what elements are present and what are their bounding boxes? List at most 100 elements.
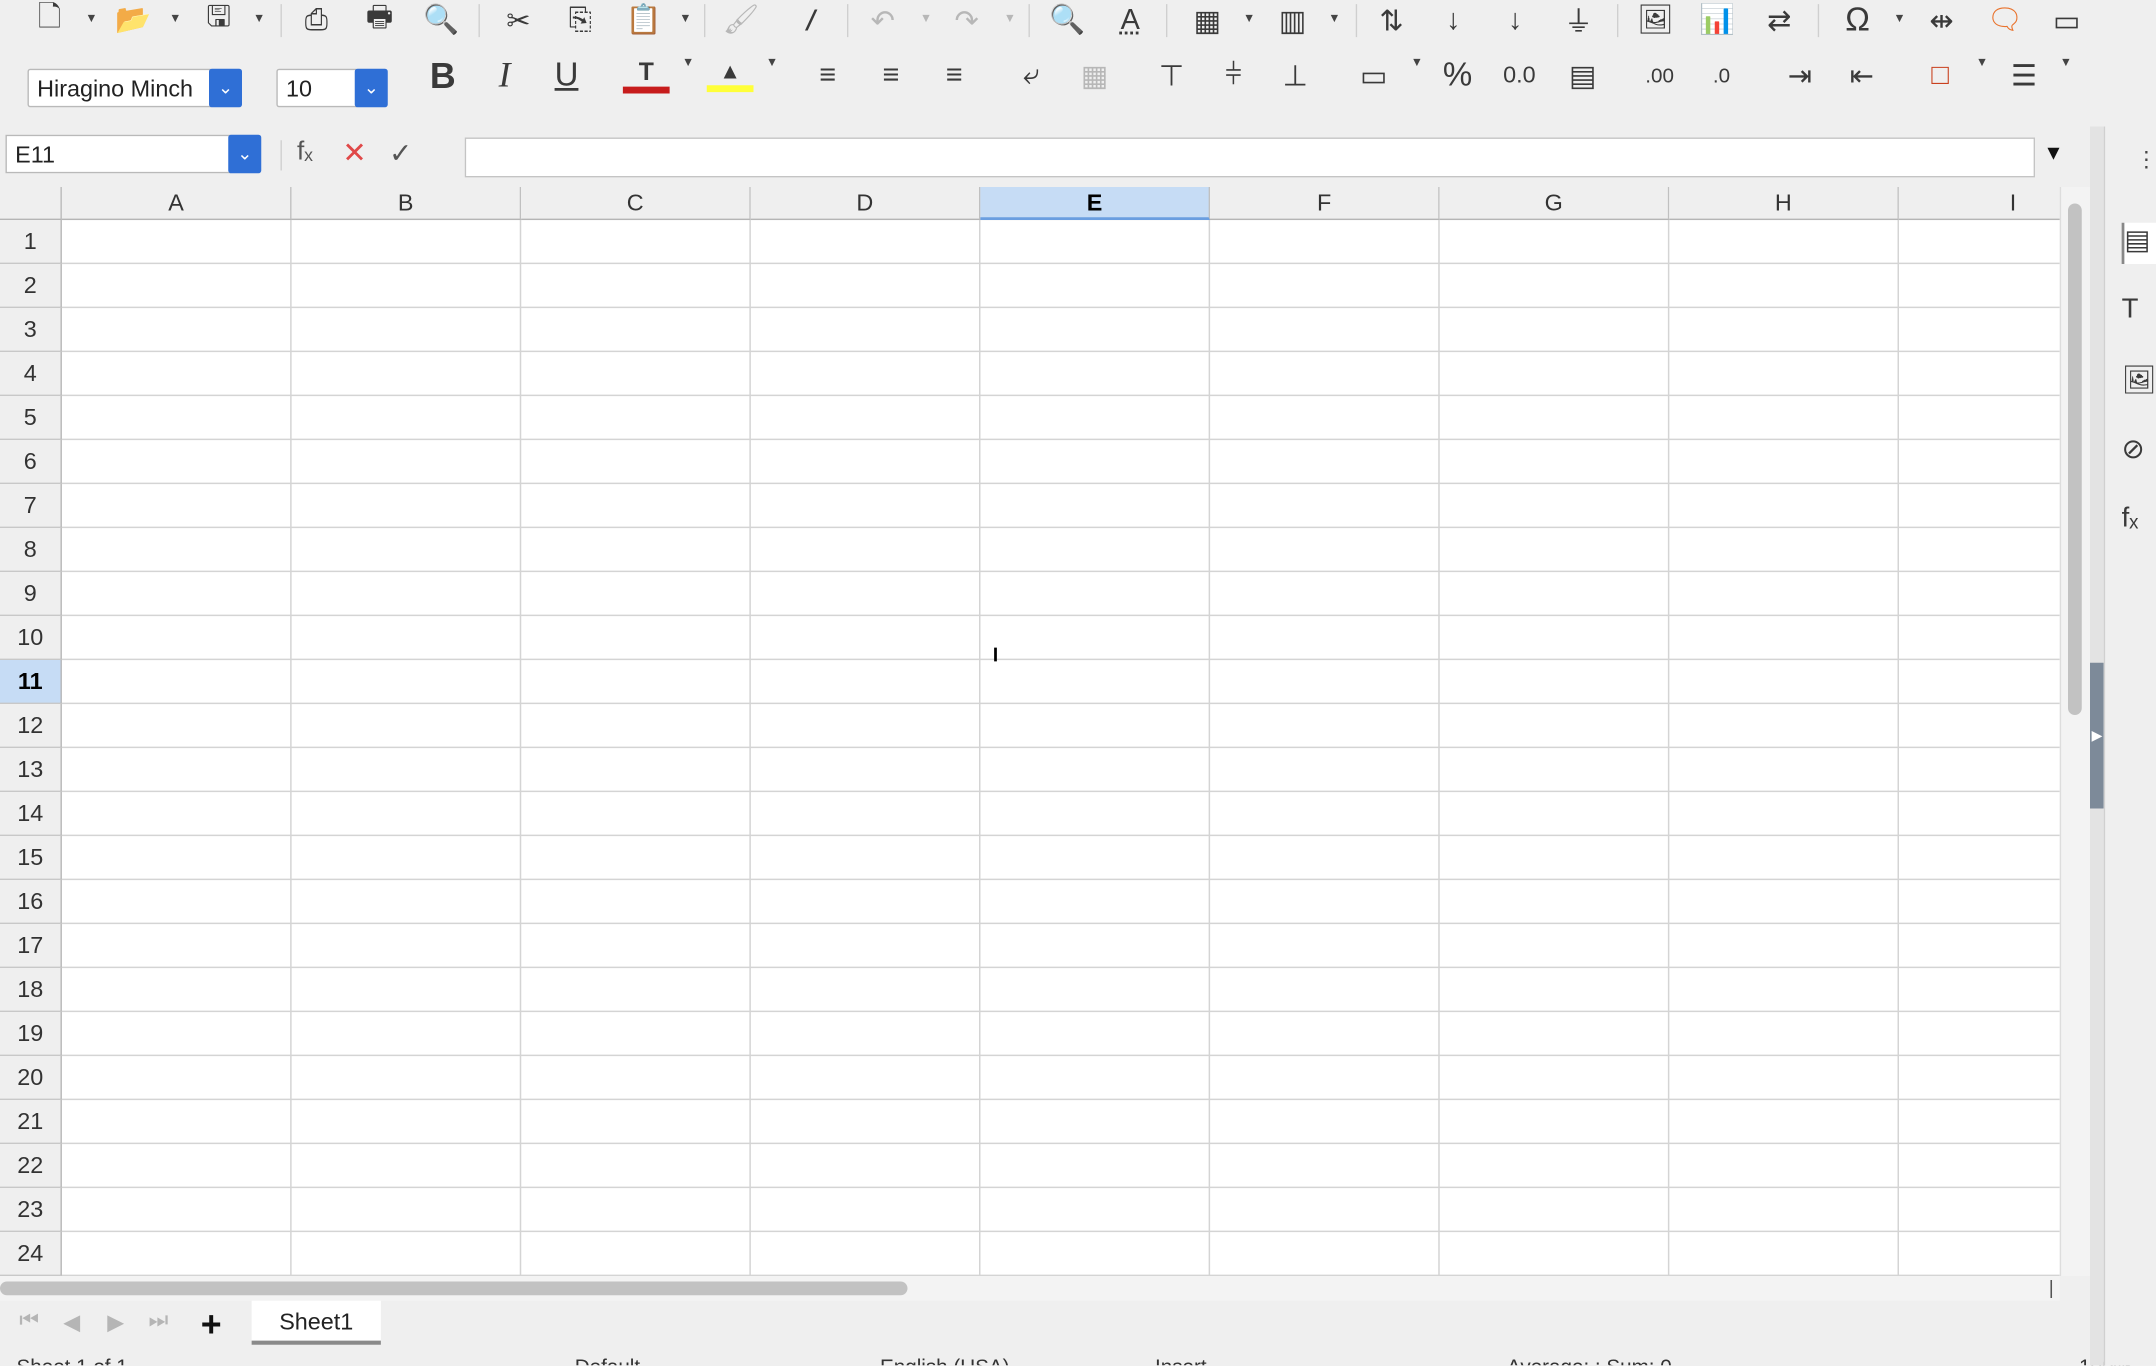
name-box-dropdown-arrow-icon[interactable]: ⌄ (228, 134, 262, 174)
new-dropdown-arrow-icon[interactable]: ▼ (85, 11, 97, 25)
column-header[interactable]: G (1439, 187, 1670, 220)
column-icon[interactable]: ▥ (1273, 0, 1312, 41)
row-dropdown-arrow-icon[interactable]: ▼ (1243, 11, 1255, 25)
italic-icon[interactable]: I (485, 55, 524, 96)
row-header[interactable]: 21 (0, 1100, 62, 1144)
print-icon[interactable]: 🖶 (360, 0, 399, 41)
row-header[interactable]: 12 (0, 704, 62, 748)
insert-image-icon[interactable]: 🖼 (1636, 0, 1675, 41)
paste-dropdown-arrow-icon[interactable]: ▼ (679, 11, 691, 25)
name-box[interactable]: E11 (5, 134, 231, 174)
row-header[interactable]: 13 (0, 748, 62, 792)
row-header[interactable]: 15 (0, 836, 62, 880)
align-left-icon[interactable]: ≡ (809, 55, 848, 96)
print-preview-icon[interactable]: 🔍 (422, 0, 461, 41)
special-character-icon[interactable]: Ω (1838, 0, 1877, 41)
decrease-indent-icon[interactable]: ⇤ (1843, 55, 1882, 96)
align-right-icon[interactable]: ≡ (935, 55, 974, 96)
open-dropdown-arrow-icon[interactable]: ▼ (169, 11, 181, 25)
currency-format-icon[interactable]: ▭ (1354, 55, 1393, 96)
expand-formula-bar-icon[interactable]: ▼ (2043, 142, 2063, 165)
highlight-color-icon[interactable]: ▲ (705, 55, 755, 96)
column-header[interactable]: B (291, 187, 522, 220)
save-dropdown-arrow-icon[interactable]: ▼ (253, 11, 265, 25)
save-icon[interactable]: 🖫 (199, 0, 238, 41)
row-header[interactable]: 23 (0, 1188, 62, 1232)
sidebar-menu-icon[interactable]: ⋮ (2135, 146, 2156, 174)
row-icon[interactable]: ▦ (1188, 0, 1227, 41)
previous-sheet-icon[interactable]: ◀ (63, 1309, 80, 1337)
row-header[interactable]: 14 (0, 792, 62, 836)
column-header[interactable]: F (1210, 187, 1440, 220)
row-header[interactable]: 22 (0, 1144, 62, 1188)
redo-dropdown-arrow-icon[interactable]: ▼ (1004, 11, 1016, 25)
copy-icon[interactable]: ⎘ (561, 0, 600, 41)
sort-ascending-icon[interactable]: ↓ (1434, 0, 1473, 41)
row-header[interactable]: 16 (0, 880, 62, 924)
currency-dropdown-arrow-icon[interactable]: ▼ (1411, 55, 1423, 69)
row-header[interactable]: 4 (0, 352, 62, 396)
autofilter-icon[interactable]: ⏚ (1559, 0, 1598, 41)
page-style-text[interactable]: Default (575, 1356, 640, 1366)
row-header[interactable]: 3 (0, 308, 62, 352)
borders-icon[interactable]: □ (1921, 55, 1960, 96)
functions-icon[interactable]: fₓ (2122, 503, 2156, 544)
row-header[interactable]: 17 (0, 924, 62, 968)
row-header[interactable]: 2 (0, 264, 62, 308)
row-header[interactable]: 9 (0, 572, 62, 616)
open-folder-icon[interactable]: 📂 (114, 0, 153, 41)
undo-dropdown-arrow-icon[interactable]: ▼ (920, 11, 932, 25)
styles-icon[interactable]: T (2122, 294, 2156, 335)
row-header[interactable]: 10 (0, 616, 62, 660)
column-header[interactable]: C (521, 187, 751, 220)
horizontal-scrollbar[interactable] (0, 1276, 2060, 1301)
wrap-text-icon[interactable]: ⤶ (1012, 55, 1051, 96)
percent-format-icon[interactable]: % (1438, 55, 1477, 96)
select-all-corner[interactable] (0, 187, 62, 220)
sort-icon[interactable]: ⇅ (1372, 0, 1411, 41)
align-top-icon[interactable]: ⊤ (1152, 55, 1191, 96)
bold-icon[interactable]: B (424, 54, 463, 96)
freeze-rows-columns-icon[interactable]: ▭ (2047, 0, 2086, 41)
find-replace-icon[interactable]: 🔍 (1048, 0, 1087, 41)
border-style-icon[interactable]: ☰ (2005, 55, 2044, 96)
font-color-icon[interactable]: T (622, 55, 672, 96)
date-format-icon[interactable]: ▤ (1563, 55, 1602, 96)
horizontal-scrollbar-thumb[interactable] (0, 1281, 908, 1296)
column-dropdown-arrow-icon[interactable]: ▼ (1328, 11, 1340, 25)
align-bottom-icon[interactable]: ⊥ (1276, 55, 1315, 96)
sidebar-collapse-handle-icon[interactable]: ▶ (2090, 662, 2104, 809)
properties-icon[interactable]: ▤ (2121, 222, 2156, 264)
cell-area[interactable] (61, 220, 2060, 1276)
insert-comment-icon[interactable]: 🗨 (1986, 0, 2025, 41)
merge-cells-icon[interactable]: ▦ (1075, 55, 1114, 96)
navigator-icon[interactable]: ⊘ (2122, 432, 2156, 473)
last-sheet-icon[interactable]: ⏭ (149, 1309, 169, 1334)
formula-input[interactable] (464, 137, 2035, 178)
gallery-icon[interactable]: 🖼 (2122, 363, 2156, 404)
insert-chart-icon[interactable]: 📊 (1698, 0, 1737, 41)
row-header[interactable]: 20 (0, 1056, 62, 1100)
cancel-icon[interactable]: ✕ (342, 136, 366, 170)
column-header[interactable]: A (61, 187, 292, 220)
new-document-icon[interactable]: 🗋 (30, 0, 69, 41)
row-header[interactable]: 7 (0, 484, 62, 528)
number-format-icon[interactable]: 0.0 (1500, 55, 1539, 96)
redo-icon[interactable]: ↷ (947, 0, 986, 41)
add-sheet-icon[interactable]: + (201, 1304, 222, 1347)
column-header[interactable]: H (1669, 187, 1899, 220)
row-header[interactable]: 8 (0, 528, 62, 572)
special-character-dropdown-arrow-icon[interactable]: ▼ (1893, 11, 1905, 25)
row-header[interactable]: 5 (0, 396, 62, 440)
align-center-icon[interactable]: ≡ (872, 55, 911, 96)
export-pdf-icon[interactable]: ⎙ (297, 0, 336, 41)
sort-descending-icon[interactable]: ↓ (1496, 0, 1535, 41)
clear-formatting-icon[interactable]: 𝐼 (789, 0, 828, 41)
clone-formatting-icon[interactable]: 🖌 (722, 0, 761, 41)
horizontal-split-handle[interactable]: | (2049, 1276, 2060, 1301)
underline-icon[interactable]: U (547, 55, 586, 96)
accept-icon[interactable]: ✓ (389, 136, 412, 170)
undo-icon[interactable]: ↶ (864, 0, 903, 41)
border-style-dropdown-arrow-icon[interactable]: ▼ (2060, 55, 2072, 69)
vertical-scrollbar-thumb[interactable] (2068, 203, 2082, 715)
